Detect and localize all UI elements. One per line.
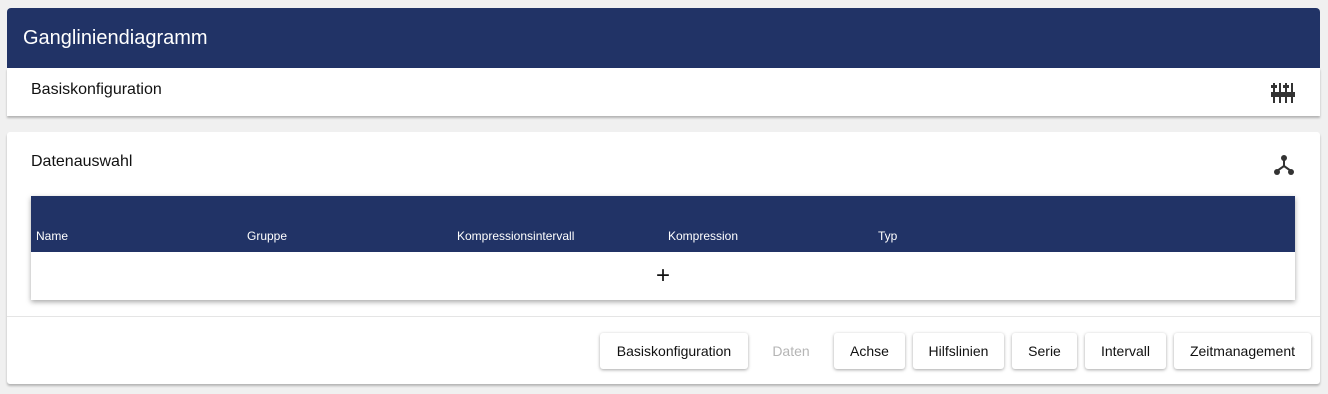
table-header: Name Gruppe Kompressionsintervall Kompre…: [31, 196, 1295, 252]
series-button[interactable]: Serie: [1012, 333, 1077, 369]
sliders-icon[interactable]: [1271, 82, 1295, 104]
time-management-button[interactable]: Zeitmanagement: [1174, 333, 1311, 369]
column-header-compression-interval[interactable]: Kompressionsintervall: [457, 229, 574, 243]
add-row: +: [31, 252, 1295, 300]
basis-config-panel[interactable]: Basiskonfiguration: [7, 68, 1320, 116]
page-header: Gangliniendiagramm: [7, 8, 1320, 68]
column-header-compression[interactable]: Kompression: [668, 229, 738, 243]
divider: [7, 316, 1320, 317]
page-title: Gangliniendiagramm: [23, 26, 208, 49]
interval-button[interactable]: Intervall: [1085, 333, 1166, 369]
column-header-group[interactable]: Gruppe: [247, 229, 287, 243]
add-row-button[interactable]: +: [651, 264, 675, 288]
axis-button[interactable]: Achse: [834, 333, 905, 369]
basis-config-button[interactable]: Basiskonfiguration: [600, 333, 748, 369]
data-selection-panel: Datenauswahl Name Gruppe Kompressionsint…: [7, 132, 1320, 384]
data-table: Name Gruppe Kompressionsintervall Kompre…: [31, 196, 1295, 300]
hub-icon[interactable]: [1273, 154, 1295, 176]
data-selection-title: Datenauswahl: [31, 153, 133, 170]
column-header-type[interactable]: Typ: [878, 229, 897, 243]
guide-lines-button[interactable]: Hilfslinien: [913, 333, 1004, 369]
data-button[interactable]: Daten: [757, 333, 825, 369]
column-header-name[interactable]: Name: [36, 229, 68, 243]
basis-config-title: Basiskonfiguration: [31, 81, 162, 98]
